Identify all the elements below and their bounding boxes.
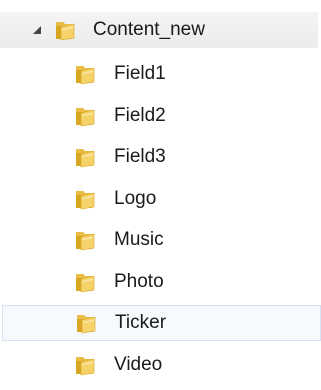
folder-tree: Content_new Field1 Field2 Field3 Logo Mu… xyxy=(0,0,321,390)
tree-item-video[interactable]: Video xyxy=(0,347,321,383)
folder-icon xyxy=(74,229,100,251)
tree-item-label: Field2 xyxy=(114,105,166,126)
tree-item-label: Video xyxy=(114,354,163,375)
folder-open-icon xyxy=(54,19,80,41)
folder-icon xyxy=(74,271,100,293)
folder-icon xyxy=(74,354,100,376)
tree-item-label: Ticker xyxy=(115,312,167,333)
tree-item-label: Logo xyxy=(114,188,157,209)
tree-item-label: Field3 xyxy=(114,146,166,167)
expand-collapse-arrow-icon[interactable] xyxy=(33,26,41,34)
tree-item-label: Music xyxy=(114,229,164,250)
tree-item-label: Field1 xyxy=(114,63,166,84)
tree-item-field1[interactable]: Field1 xyxy=(0,56,321,92)
tree-item-content-new[interactable]: Content_new xyxy=(0,12,318,48)
folder-icon xyxy=(74,105,100,127)
folder-icon xyxy=(74,63,100,85)
tree-item-field2[interactable]: Field2 xyxy=(0,98,321,134)
folder-icon xyxy=(75,312,101,334)
tree-item-label: Content_new xyxy=(93,19,205,40)
folder-icon xyxy=(74,146,100,168)
tree-item-logo[interactable]: Logo xyxy=(0,181,321,217)
tree-item-label: Photo xyxy=(114,271,164,292)
tree-item-field3[interactable]: Field3 xyxy=(0,139,321,175)
tree-item-photo[interactable]: Photo xyxy=(0,264,321,300)
folder-icon xyxy=(74,188,100,210)
tree-item-ticker[interactable]: Ticker xyxy=(2,305,321,341)
tree-item-music[interactable]: Music xyxy=(0,222,321,258)
